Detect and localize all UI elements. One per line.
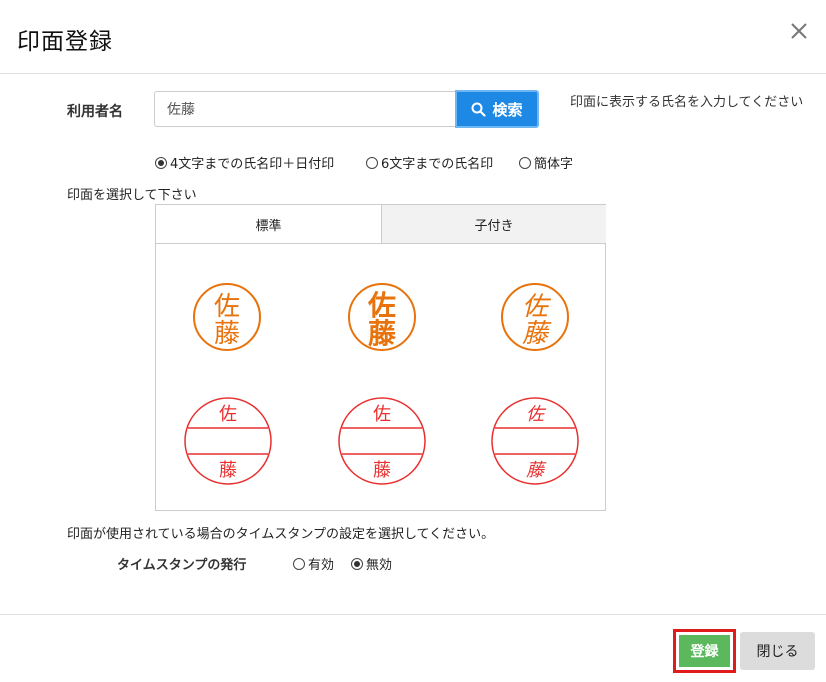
user-name-label: 利用者名	[67, 104, 123, 120]
user-name-input[interactable]	[154, 91, 456, 127]
svg-text:藤: 藤	[373, 460, 391, 481]
search-button[interactable]: 検索	[455, 90, 539, 128]
stamp-type-radio-6char[interactable]	[366, 156, 378, 169]
timestamp-label-disabled: 無効	[366, 558, 393, 573]
timestamp-label-enabled: 有効	[308, 558, 335, 573]
name-hint: 印面に表示する氏名を入力してください	[570, 95, 804, 110]
date-stamp-3[interactable]: 佐 藤	[490, 396, 580, 486]
stamp-type-radio-simplified[interactable]	[519, 156, 531, 169]
svg-text:藤: 藤	[522, 319, 552, 348]
stamp-type-label-simplified: 簡体字	[534, 157, 574, 172]
date-stamp-2[interactable]: 佐 藤	[337, 396, 427, 486]
svg-text:藤: 藤	[368, 317, 397, 350]
stamp-type-option-simplified[interactable]: 簡体字	[519, 153, 573, 172]
svg-text:佐: 佐	[526, 404, 547, 424]
tab-with-child[interactable]: 子付き	[381, 205, 606, 244]
svg-text:佐: 佐	[522, 292, 552, 321]
footer-divider	[0, 614, 826, 615]
name-stamp-2[interactable]: 佐 藤	[347, 282, 417, 352]
stamp-type-label-4char: 4文字までの氏名印＋日付印	[170, 157, 335, 172]
svg-text:佐: 佐	[219, 404, 237, 425]
name-stamp-3[interactable]: 佐 藤	[500, 282, 570, 352]
stamp-panel: 標準 子付き 佐 藤 佐 藤 佐 藤 佐 藤 佐 藤 佐 藤	[155, 204, 606, 511]
timestamp-description: 印面が使用されている場合のタイムスタンプの設定を選択してください。	[67, 527, 495, 542]
register-button[interactable]: 登録	[673, 629, 736, 673]
svg-text:藤: 藤	[214, 319, 240, 349]
timestamp-radio-enabled[interactable]	[293, 557, 305, 570]
timestamp-option-enabled[interactable]: 有効	[293, 554, 334, 573]
dialog-header: 印面登録	[0, 0, 826, 74]
stamp-type-option-6char[interactable]: 6文字までの氏名印	[366, 153, 493, 172]
svg-text:佐: 佐	[214, 292, 240, 322]
svg-text:藤: 藤	[526, 460, 547, 480]
close-button[interactable]: 閉じる	[740, 632, 815, 670]
stamp-type-option-4char[interactable]: 4文字までの氏名印＋日付印	[155, 153, 334, 172]
svg-text:佐: 佐	[373, 404, 391, 425]
stamp-type-radio-4char[interactable]	[155, 156, 167, 169]
date-stamp-1[interactable]: 佐 藤	[183, 396, 273, 486]
close-icon[interactable]	[786, 18, 812, 44]
timestamp-option-disabled[interactable]: 無効	[351, 554, 392, 573]
timestamp-label: タイムスタンプの発行	[117, 558, 247, 573]
select-stamp-label: 印面を選択して下さい	[67, 188, 197, 203]
stamp-type-label-6char: 6文字までの氏名印	[381, 157, 494, 172]
tab-standard[interactable]: 標準	[156, 205, 381, 244]
timestamp-radio-disabled[interactable]	[351, 557, 363, 570]
dialog-title: 印面登録	[17, 29, 113, 55]
search-button-label: 検索	[492, 100, 523, 119]
search-icon	[471, 102, 487, 117]
register-button-label: 登録	[679, 635, 730, 667]
svg-text:藤: 藤	[219, 460, 237, 481]
name-stamp-1[interactable]: 佐 藤	[192, 282, 262, 352]
